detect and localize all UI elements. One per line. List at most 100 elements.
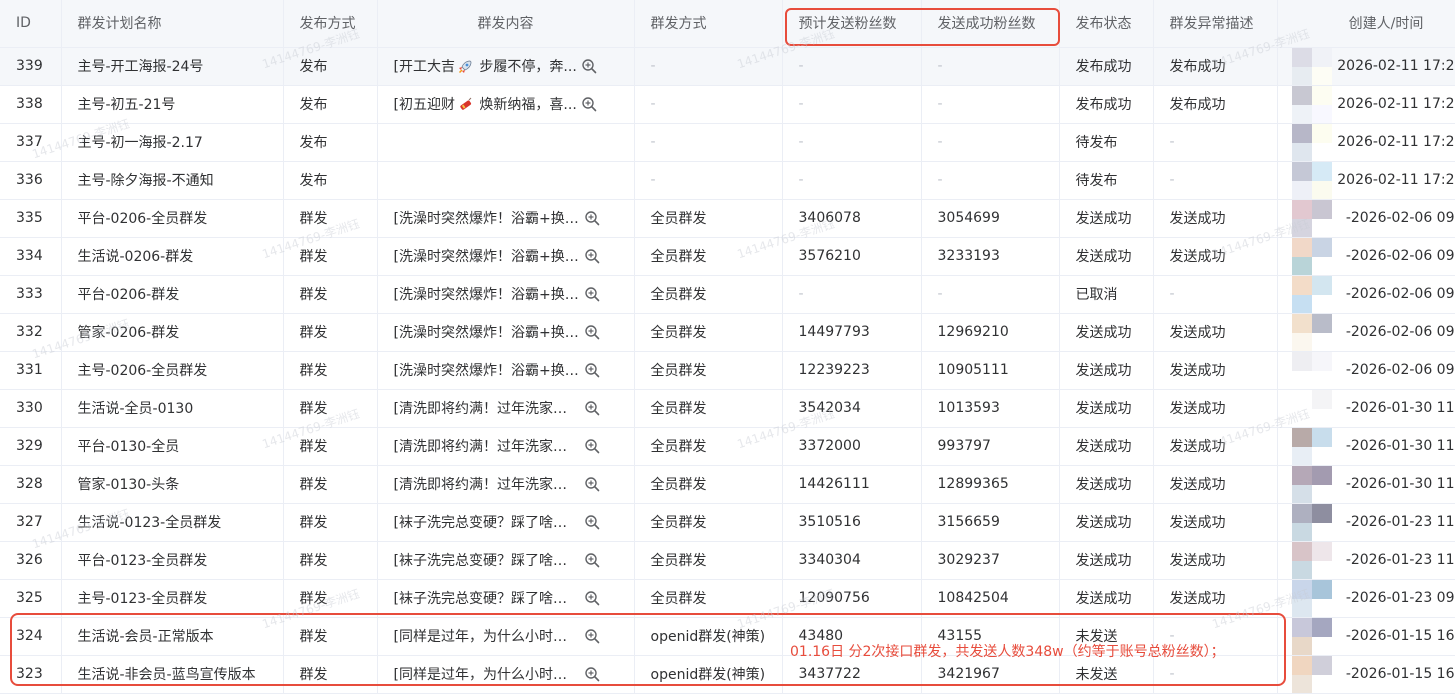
header-plan-name[interactable]: 群发计划名称 xyxy=(61,0,284,48)
zoom-in-icon[interactable] xyxy=(584,590,600,606)
cell-publish-status: 发送成功 xyxy=(1059,313,1154,352)
zoom-in-icon[interactable] xyxy=(584,438,600,454)
cell-content: [清洗即将约满！过年洗家电早... xyxy=(377,389,635,428)
cell-publish-status: 发送成功 xyxy=(1059,389,1154,428)
cell-id: 331 xyxy=(0,351,62,390)
zoom-in-icon[interactable] xyxy=(584,400,600,416)
zoom-in-icon[interactable] xyxy=(584,324,600,340)
zoom-in-icon[interactable] xyxy=(584,628,600,644)
cell-content: [洗澡时突然爆炸！浴霸+换气... xyxy=(377,199,635,238)
cell-plan-name: 平台-0123-全员群发 xyxy=(61,541,284,580)
table-row[interactable]: 324 生活说-会员-正常版本 群发 [同样是过年，为什么小时候的... openid群… xyxy=(0,617,1455,656)
header-publish-method[interactable]: 发布方式 xyxy=(283,0,378,48)
cell-id: 339 xyxy=(0,47,62,86)
cell-id: 333 xyxy=(0,275,62,314)
cell-content: [同样是过年，为什么小时候的... xyxy=(377,655,635,694)
table-row[interactable]: 327 生活说-0123-全员群发 群发 [袜子洗完总变硬？踩了啥坑？... 全员群发 3… xyxy=(0,503,1455,542)
zoom-in-icon[interactable] xyxy=(581,96,597,112)
table-row[interactable]: 330 生活说-全员-0130 群发 [清洗即将约满！过年洗家电早... 全员群发 354… xyxy=(0,389,1455,428)
header-content[interactable]: 群发内容 xyxy=(377,0,635,48)
cell-creator-time: -2026-02-06 09 xyxy=(1277,351,1455,390)
content-preview: [清洗即将约满！过年洗家电早... xyxy=(393,439,580,455)
blurred-creator-avatar xyxy=(1278,579,1340,616)
cell-plan-name: 主号-开工海报-24号 xyxy=(61,47,284,86)
cell-mass-method: 全员群发 xyxy=(634,199,783,238)
zoom-in-icon[interactable] xyxy=(584,362,600,378)
blurred-creator-avatar xyxy=(1278,351,1340,388)
content-preview: [袜子洗完总变硬？踩了啥坑？... xyxy=(393,591,580,607)
cell-publish-method: 群发 xyxy=(283,313,378,352)
zoom-in-icon[interactable] xyxy=(584,666,600,682)
blurred-creator-avatar xyxy=(1278,427,1340,464)
content-preview: [开工大吉 步履不停，奔... xyxy=(393,59,577,75)
cell-anomaly: - xyxy=(1153,275,1278,314)
cell-publish-status: 发送成功 xyxy=(1059,237,1154,276)
cell-content: [洗澡时突然爆炸！浴霸+换气... xyxy=(377,275,635,314)
content-preview: [清洗即将约满！过年洗家电早... xyxy=(393,477,580,493)
cell-creator-time: -2026-01-30 11 xyxy=(1277,427,1455,466)
zoom-in-icon[interactable] xyxy=(584,514,600,530)
cell-publish-status: 发送成功 xyxy=(1059,541,1154,580)
header-anomaly[interactable]: 群发异常描述 xyxy=(1153,0,1278,48)
cell-plan-name: 生活说-非会员-蓝鸟宣传版本 xyxy=(61,655,284,694)
cell-mass-method: - xyxy=(634,161,783,200)
zoom-in-icon[interactable] xyxy=(584,476,600,492)
cell-mass-method: openid群发(神策) xyxy=(634,655,783,694)
table-row[interactable]: 329 平台-0130-全员 群发 [清洗即将约满！过年洗家电早... 全员群发 3372… xyxy=(0,427,1455,466)
table-row[interactable]: 323 生活说-非会员-蓝鸟宣传版本 群发 [同样是过年，为什么小时候的... open… xyxy=(0,655,1455,694)
table-row[interactable]: 335 平台-0206-全员群发 群发 [洗澡时突然爆炸！浴霸+换气... 全员群发 34… xyxy=(0,199,1455,238)
zoom-in-icon[interactable] xyxy=(584,248,600,264)
zoom-in-icon[interactable] xyxy=(584,552,600,568)
cell-success-fans: - xyxy=(921,161,1060,200)
cell-success-fans: 3156659 xyxy=(921,503,1060,542)
header-mass-method[interactable]: 群发方式 xyxy=(634,0,783,48)
table-row[interactable]: 336 主号-除夕海报-不通知 发布 - - - 待发布 -2026-02-11 17:2 xyxy=(0,161,1455,200)
table-row[interactable]: 328 管家-0130-头条 群发 [清洗即将约满！过年洗家电早... 全员群发 1442… xyxy=(0,465,1455,504)
cell-publish-status: 已取消 xyxy=(1059,275,1154,314)
table-row[interactable]: 332 管家-0206-群发 群发 [洗澡时突然爆炸！浴霸+换气... 全员群发 1449… xyxy=(0,313,1455,352)
cell-anomaly: 发布成功 xyxy=(1153,85,1278,124)
cell-content: [袜子洗完总变硬？踩了啥坑？... xyxy=(377,503,635,542)
table-row[interactable]: 331 主号-0206-全员群发 群发 [洗澡时突然爆炸！浴霸+换气... 全员群发 12… xyxy=(0,351,1455,390)
table-row[interactable]: 333 平台-0206-群发 群发 [洗澡时突然爆炸！浴霸+换气... 全员群发 - - 已取… xyxy=(0,275,1455,314)
header-id[interactable]: ID xyxy=(0,0,62,48)
table-row[interactable]: 338 主号-初五-21号 发布 [初五迎财 焕新纳福，喜... - - - 发布成功 发布成功… xyxy=(0,85,1455,124)
cell-publish-method: 群发 xyxy=(283,199,378,238)
blurred-creator-avatar xyxy=(1278,389,1340,426)
cell-creator-time: 2026-02-11 17:2 xyxy=(1277,161,1455,200)
cell-id: 338 xyxy=(0,85,62,124)
table-row[interactable]: 325 主号-0123-全员群发 群发 [袜子洗完总变硬？踩了啥坑？... 全员群发 12… xyxy=(0,579,1455,618)
cell-anomaly: 发送成功 xyxy=(1153,427,1278,466)
cell-publish-method: 群发 xyxy=(283,617,378,656)
header-publish-status[interactable]: 发布状态 xyxy=(1059,0,1154,48)
created-time: 2026-02-11 17:2 xyxy=(1337,57,1455,74)
cell-mass-method: 全员群发 xyxy=(634,503,783,542)
cell-publish-method: 群发 xyxy=(283,503,378,542)
cell-content: [袜子洗完总变硬？踩了啥坑？... xyxy=(377,579,635,618)
table-row[interactable]: 334 生活说-0206-群发 群发 [洗澡时突然爆炸！浴霸+换气... 全员群发 357… xyxy=(0,237,1455,276)
created-time: -2026-02-06 09 xyxy=(1345,209,1455,226)
rocket-icon xyxy=(455,59,475,75)
header-creator-time[interactable]: 创建人/时间 xyxy=(1277,0,1455,48)
cell-publish-method: 群发 xyxy=(283,275,378,314)
cell-expected-fans: - xyxy=(782,85,922,124)
table-row[interactable]: 337 主号-初一海报-2.17 发布 - - - 待发布 -2026-02-11 17:2 xyxy=(0,123,1455,162)
header-expected-fans[interactable]: 预计发送粉丝数 xyxy=(782,0,922,48)
cell-mass-method: openid群发(神策) xyxy=(634,617,783,656)
zoom-in-icon[interactable] xyxy=(581,58,597,74)
zoom-in-icon[interactable] xyxy=(584,286,600,302)
cell-anomaly: 发送成功 xyxy=(1153,503,1278,542)
header-success-fans[interactable]: 发送成功粉丝数 xyxy=(921,0,1060,48)
cell-publish-method: 发布 xyxy=(283,161,378,200)
cell-mass-method: 全员群发 xyxy=(634,541,783,580)
zoom-in-icon[interactable] xyxy=(584,210,600,226)
table-header-row: ID 群发计划名称 发布方式 群发内容 群发方式 预计发送粉丝数 发送成功粉丝数… xyxy=(0,0,1455,48)
content-preview: [同样是过年，为什么小时候的... xyxy=(393,629,580,645)
cell-success-fans: 3029237 xyxy=(921,541,1060,580)
cell-publish-method: 发布 xyxy=(283,123,378,162)
cell-creator-time: -2026-01-23 11 xyxy=(1277,503,1455,542)
table-row[interactable]: 339 主号-开工海报-24号 发布 [开工大吉 步履不停，奔... - - - 发布成功 发布… xyxy=(0,47,1455,86)
table-row[interactable]: 326 平台-0123-全员群发 群发 [袜子洗完总变硬？踩了啥坑？... 全员群发 33… xyxy=(0,541,1455,580)
cell-success-fans: - xyxy=(921,85,1060,124)
cell-success-fans: 12969210 xyxy=(921,313,1060,352)
